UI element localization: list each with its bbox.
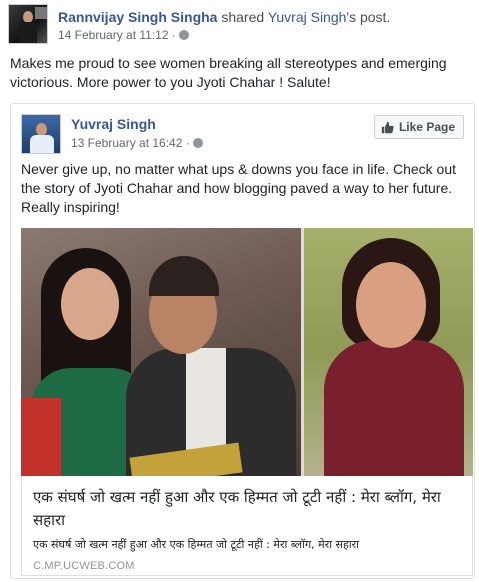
post-text: Makes me proud to see women breaking all… — [10, 55, 447, 90]
link-title[interactable]: एक संघर्ष जो खत्म नहीं हुआ और एक हिम्मत … — [33, 486, 463, 532]
shared-text: shared — [221, 9, 265, 25]
link-domain: C.MP.UCWEB.COM — [33, 560, 135, 572]
globe-icon — [192, 138, 203, 148]
link-preview-image[interactable] — [21, 228, 473, 476]
shared-from-link[interactable]: Yuvraj Singh — [268, 9, 347, 25]
avatar[interactable] — [8, 4, 48, 44]
like-page-label: Like Page — [398, 120, 455, 134]
globe-icon — [178, 30, 189, 40]
shared-post-timestamp-row: 13 February at 16:42 · — [71, 136, 203, 150]
thumbs-up-icon — [381, 121, 394, 133]
photo-father-daughter — [21, 228, 301, 476]
shared-post-author-link[interactable]: Yuvraj Singh — [71, 116, 156, 132]
shared-post-text: Never give up, no matter what ups & down… — [21, 161, 457, 215]
shared-post-card: Yuvraj Singh 13 February at 16:42 · Like… — [10, 103, 475, 579]
shared-post-avatar[interactable] — [21, 114, 61, 154]
like-page-button[interactable]: Like Page — [373, 115, 464, 139]
post-header-line: Rannvijay Singh Singha shared Yuvraj Sin… — [58, 9, 390, 25]
link-description: एक संघर्ष जो खत्म नहीं हुआ और एक हिम्मत … — [33, 538, 360, 551]
author-name-link[interactable]: Rannvijay Singh Singha — [58, 9, 217, 25]
photo-portrait — [304, 228, 473, 476]
outer-post-header: Rannvijay Singh Singha shared Yuvraj Sin… — [8, 4, 473, 46]
shared-post-timestamp[interactable]: 13 February at 16:42 · — [71, 136, 190, 150]
shared-suffix: 's post. — [346, 9, 391, 25]
post-timestamp[interactable]: 14 February at 11:12 · — [58, 28, 176, 42]
post-timestamp-row: 14 February at 11:12 · — [58, 28, 189, 42]
